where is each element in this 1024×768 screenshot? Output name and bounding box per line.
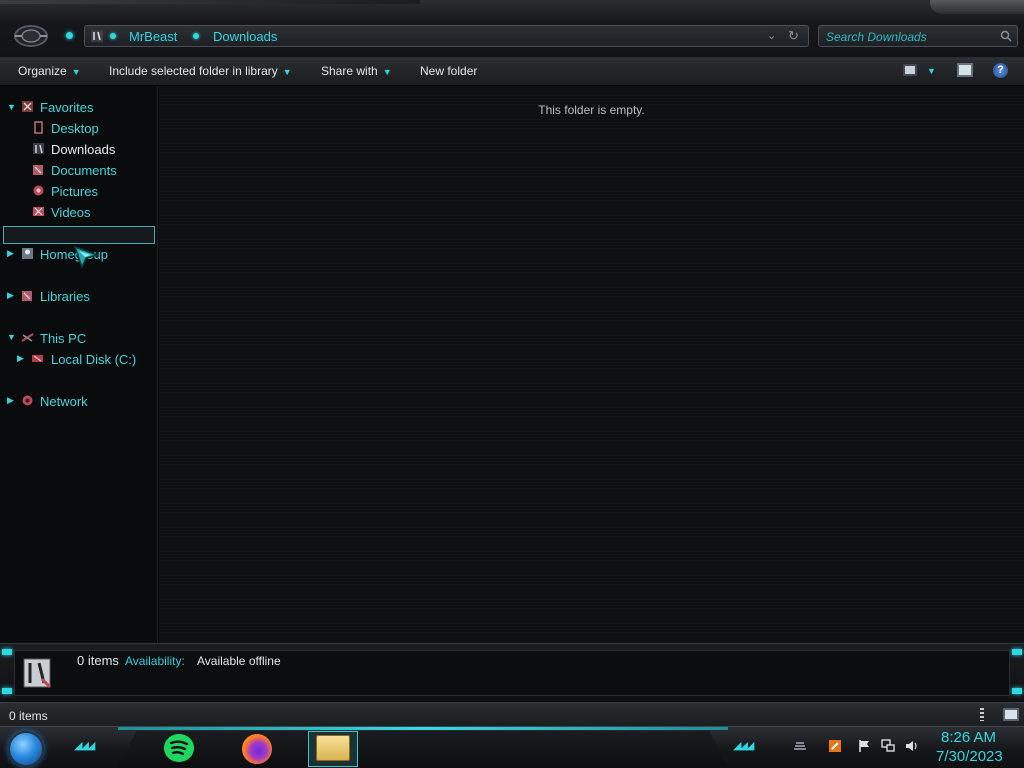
breadcrumb-mrbeast[interactable]: MrBeast <box>129 29 177 44</box>
taskbar-app-well <box>118 731 728 767</box>
homegroup-icon <box>22 248 33 259</box>
expand-homegroup-icon[interactable]: ▶ <box>7 248 14 259</box>
empty-folder-message: This folder is empty. <box>538 103 645 117</box>
availability-value: Available offline <box>197 654 281 668</box>
large-icons-view-icon[interactable] <box>1003 708 1019 721</box>
nav-favorites[interactable]: Favorites <box>40 100 93 118</box>
help-icon[interactable]: ? <box>993 63 1008 78</box>
breadcrumb-separator-icon <box>110 33 116 39</box>
recent-locations-dot-icon[interactable] <box>66 32 73 39</box>
firefox-icon[interactable] <box>242 734 272 764</box>
taskbar-chevrons-left-icon: ◢◢◢ <box>74 740 95 752</box>
nav-item-pictures[interactable]: Pictures <box>51 184 98 202</box>
search-input[interactable]: Search Downloads <box>818 25 1018 47</box>
taskbar: ◢◢◢ ◢◢◢ 8:26 AM 7/30/2023 <box>0 726 1024 768</box>
clock-time[interactable]: 8:26 AM <box>941 729 996 746</box>
file-list-area[interactable]: This folder is empty. <box>159 87 1024 643</box>
navigation-pane: ▼ Favorites Desktop Downloads Documents … <box>0 87 158 643</box>
corner-accent <box>2 688 12 694</box>
expand-favorites-icon[interactable]: ▼ <box>7 102 16 112</box>
back-forward-orb-icon[interactable] <box>13 23 49 49</box>
nav-local-disk[interactable]: Local Disk (C:) <box>51 352 136 370</box>
status-bar: 0 items <box>0 702 1024 726</box>
corner-accent <box>2 649 12 655</box>
nav-item-desktop[interactable]: Desktop <box>51 121 99 139</box>
app-tray-icon[interactable] <box>828 739 842 753</box>
downloads-folder-icon <box>91 30 103 42</box>
address-history-chevron-icon[interactable]: ⌄ <box>767 29 776 42</box>
nav-this-pc[interactable]: This PC <box>40 331 86 349</box>
new-folder-button[interactable]: New folder <box>420 64 477 78</box>
action-center-flag-icon[interactable] <box>857 739 871 753</box>
mouse-cursor-icon <box>73 245 99 269</box>
documents-icon <box>33 165 43 175</box>
share-with-label: Share with <box>321 64 378 78</box>
libraries-icon <box>22 291 32 301</box>
taskbar-chevrons-right-icon: ◢◢◢ <box>733 740 754 752</box>
start-button[interactable] <box>8 731 44 767</box>
include-in-library-button[interactable]: Include selected folder in library ▼ <box>109 64 292 78</box>
view-options-chevron-icon[interactable]: ▼ <box>927 66 936 76</box>
videos-icon <box>33 207 44 216</box>
refresh-icon[interactable]: ↻ <box>788 28 799 44</box>
nav-selection-highlight <box>3 226 155 244</box>
nav-item-documents[interactable]: Documents <box>51 163 117 181</box>
expand-local-disk-icon[interactable]: ▶ <box>17 353 24 364</box>
pictures-icon <box>33 185 44 196</box>
spotify-icon[interactable] <box>164 734 194 762</box>
local-disk-icon <box>32 355 43 362</box>
nav-libraries[interactable]: Libraries <box>40 289 90 307</box>
expand-this-pc-icon[interactable]: ▼ <box>7 332 16 342</box>
nav-network[interactable]: Network <box>40 394 88 412</box>
command-bar: Organize ▼ Include selected folder in lib… <box>0 58 1024 86</box>
preview-pane-icon[interactable] <box>957 63 973 77</box>
address-bar[interactable]: MrBeast Downloads ⌄ ↻ <box>84 25 809 47</box>
expand-libraries-icon[interactable]: ▶ <box>7 290 14 301</box>
organize-label: Organize <box>18 64 67 78</box>
corner-accent <box>1012 649 1022 655</box>
status-item-count: 0 items <box>9 709 48 723</box>
corner-accent <box>1012 688 1022 694</box>
expand-network-icon[interactable]: ▶ <box>7 395 14 406</box>
favorites-star-icon <box>22 101 33 112</box>
desktop-icon <box>34 121 43 134</box>
network-status-icon[interactable] <box>881 739 895 753</box>
breadcrumb-downloads[interactable]: Downloads <box>213 29 277 44</box>
search-placeholder: Search Downloads <box>826 30 927 44</box>
details-pane: 0 items Availability: Available offline <box>0 643 1024 701</box>
chevron-down-icon: ▼ <box>382 67 392 77</box>
title-decoration-strip <box>0 0 420 4</box>
downloads-icon <box>33 143 44 154</box>
volume-icon[interactable] <box>905 739 919 753</box>
details-view-icon[interactable] <box>980 708 984 721</box>
taskbar-glow-strip <box>118 727 728 730</box>
show-hidden-icons-icon[interactable] <box>793 739 807 753</box>
breadcrumb-separator-icon[interactable] <box>193 33 199 39</box>
nav-item-downloads[interactable]: Downloads <box>51 142 115 160</box>
change-view-icon[interactable] <box>903 64 917 76</box>
organize-button[interactable]: Organize ▼ <box>18 64 81 78</box>
search-icon[interactable] <box>1000 30 1012 42</box>
availability-label: Availability: <box>125 654 185 668</box>
include-in-library-label: Include selected folder in library <box>109 64 278 78</box>
details-item-count: 0 items <box>77 653 119 668</box>
file-explorer-icon[interactable] <box>316 735 350 761</box>
title-decoration <box>930 0 1024 14</box>
network-icon <box>22 395 33 406</box>
downloads-folder-large-icon <box>23 658 52 689</box>
nav-item-videos[interactable]: Videos <box>51 205 91 223</box>
chevron-down-icon: ▼ <box>71 67 81 77</box>
this-pc-icon <box>21 333 34 342</box>
chevron-down-icon: ▼ <box>282 67 292 77</box>
share-with-button[interactable]: Share with ▼ <box>321 64 392 78</box>
window-titlebar: MrBeast Downloads ⌄ ↻ Search Downloads <box>0 0 1024 58</box>
clock-date[interactable]: 7/30/2023 <box>936 748 1003 765</box>
